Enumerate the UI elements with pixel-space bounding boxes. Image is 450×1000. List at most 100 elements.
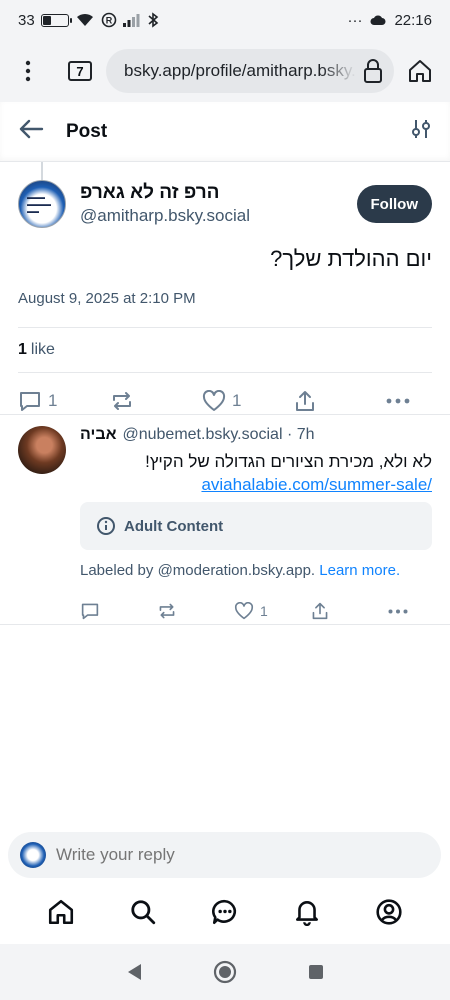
- repost-icon: [159, 603, 175, 619]
- author-info[interactable]: הרפ זה לא גארפ @amitharp.bsky.social: [80, 182, 250, 226]
- reply-button[interactable]: [80, 602, 120, 620]
- status-left: 33 R: [18, 12, 159, 29]
- reply-author-meta[interactable]: @nubemet.bsky.social · 7h: [122, 426, 314, 444]
- reply-text: לא ולא, מכירת הציורים הגדולה של הקיץ!: [145, 452, 432, 471]
- arrow-left-icon: [19, 119, 44, 139]
- reply-actions: 1: [80, 591, 432, 631]
- thread-settings-button[interactable]: [410, 118, 432, 145]
- author-avatar[interactable]: ▬▬▬ ▬▬▬▬ ▬▬: [18, 180, 66, 228]
- follow-button[interactable]: Follow: [356, 185, 432, 223]
- like-button[interactable]: 1: [202, 390, 242, 412]
- learn-more-link[interactable]: Learn more.: [319, 562, 400, 579]
- battery-percent: 33: [18, 11, 35, 29]
- reply-body: אביה @nubemet.bsky.social · 7h לא ולא, מ…: [80, 426, 432, 631]
- avatar-art: ▬▬▬ ▬▬▬▬ ▬▬: [27, 195, 51, 215]
- adult-content-warning[interactable]: Adult Content: [80, 502, 432, 550]
- vertical-dots-icon: [25, 60, 31, 82]
- post-text: יום ההולדת שלך?: [270, 246, 432, 271]
- reply-composer[interactable]: [8, 832, 441, 878]
- profile-icon: [376, 899, 402, 925]
- nav-notifications[interactable]: [287, 892, 327, 932]
- registered-icon: R: [101, 12, 116, 28]
- author-handle: @amitharp.bsky.social: [80, 206, 250, 225]
- share-icon: [312, 602, 328, 620]
- reply-input[interactable]: [56, 845, 429, 865]
- like-word: like: [30, 341, 55, 358]
- search-icon: [131, 900, 156, 925]
- labeled-by-text: Labeled by @moderation.bsky.app.: [80, 562, 316, 579]
- reply-button[interactable]: 1: [18, 390, 58, 412]
- post-header: Post: [0, 102, 450, 162]
- back-triangle-icon[interactable]: [125, 962, 143, 982]
- battery-fill: [42, 15, 52, 25]
- heart-icon: [202, 390, 226, 411]
- tab-switcher-button[interactable]: 7: [68, 61, 92, 81]
- clock: 22:16: [394, 11, 432, 29]
- ellipsis-icon: [388, 609, 408, 613]
- browser-toolbar: 7 bsky.app/profile/amitharp.bsky.social: [0, 40, 450, 102]
- cloud-icon: [370, 15, 386, 25]
- moderation-label: Labeled by @moderation.bsky.app. Learn m…: [80, 562, 432, 579]
- nav-search[interactable]: [123, 892, 163, 932]
- nav-profile[interactable]: [369, 892, 409, 932]
- likes-summary[interactable]: 1 like: [18, 328, 432, 372]
- svg-text:R: R: [105, 16, 112, 26]
- reply-count: 1: [48, 391, 58, 410]
- more-options-button[interactable]: [388, 609, 428, 614]
- home-circle-icon[interactable]: [213, 960, 237, 984]
- notification-dots: ···: [347, 11, 363, 29]
- comment-icon: [20, 392, 40, 411]
- repost-icon: [113, 392, 131, 410]
- repost-button[interactable]: [157, 602, 197, 620]
- bell-icon: [296, 901, 318, 926]
- nav-chat[interactable]: [205, 892, 245, 932]
- battery-icon: [40, 13, 72, 27]
- share-button[interactable]: [294, 390, 334, 412]
- reply-link[interactable]: aviahalabie.com/summer-sale/: [80, 474, 432, 496]
- url-text: bsky.app/profile/amitharp.bsky.social: [124, 61, 356, 80]
- share-icon: [296, 391, 314, 411]
- info-icon: [97, 517, 115, 535]
- address-bar[interactable]: bsky.app/profile/amitharp.bsky.social: [106, 49, 394, 93]
- reply-header: אביה @nubemet.bsky.social · 7h: [80, 426, 432, 444]
- reply-post[interactable]: אביה @nubemet.bsky.social · 7h לא ולא, מ…: [18, 426, 432, 631]
- heart-count: 1: [232, 391, 242, 410]
- home-icon: [48, 899, 74, 925]
- user-avatar: [20, 842, 46, 868]
- reply-author-avatar[interactable]: [18, 426, 66, 474]
- recents-square-icon[interactable]: [307, 963, 325, 981]
- bottom-navigation: [0, 884, 450, 940]
- page-title: Post: [66, 120, 108, 142]
- back-button[interactable]: [18, 118, 50, 145]
- divider: [0, 414, 450, 415]
- share-button[interactable]: [311, 602, 351, 620]
- lock-icon[interactable]: [362, 58, 384, 84]
- wifi-icon: [76, 13, 93, 26]
- main-post: ▬▬▬ ▬▬▬▬ ▬▬ הרפ זה לא גארפ @amitharp.bsky.…: [18, 178, 432, 429]
- like-button[interactable]: 1: [234, 602, 274, 620]
- comment-icon: [81, 603, 99, 620]
- signal-icon: [122, 14, 140, 27]
- post-date: August 9, 2025 at 2:10 PM: [18, 290, 196, 307]
- heart-count: 1: [260, 603, 268, 619]
- author-row: ▬▬▬ ▬▬▬▬ ▬▬ הרפ זה לא גארפ @amitharp.bsky.…: [18, 178, 432, 230]
- browser-menu-button[interactable]: [10, 60, 46, 82]
- ellipsis-icon: [386, 398, 410, 404]
- nav-home[interactable]: [41, 892, 81, 932]
- repost-button[interactable]: [110, 390, 150, 412]
- status-bar: 33 R ··· 22:16: [0, 0, 450, 40]
- adult-content-label: Adult Content: [124, 517, 224, 535]
- status-right: ··· 22:16: [347, 12, 432, 29]
- system-navigation: [0, 944, 450, 1000]
- home-icon: [409, 60, 431, 82]
- chat-bubble-icon: [212, 899, 237, 925]
- reply-author-name[interactable]: אביה: [80, 426, 116, 444]
- heart-icon: [234, 602, 254, 620]
- browser-home-button[interactable]: [400, 58, 440, 84]
- more-options-button[interactable]: [386, 398, 426, 404]
- author-name: הרפ זה לא גארפ: [80, 182, 220, 203]
- bluetooth-icon: [148, 12, 158, 28]
- like-count: 1: [18, 341, 27, 358]
- sliders-icon: [412, 120, 430, 138]
- post-actions: 1 1: [18, 373, 432, 429]
